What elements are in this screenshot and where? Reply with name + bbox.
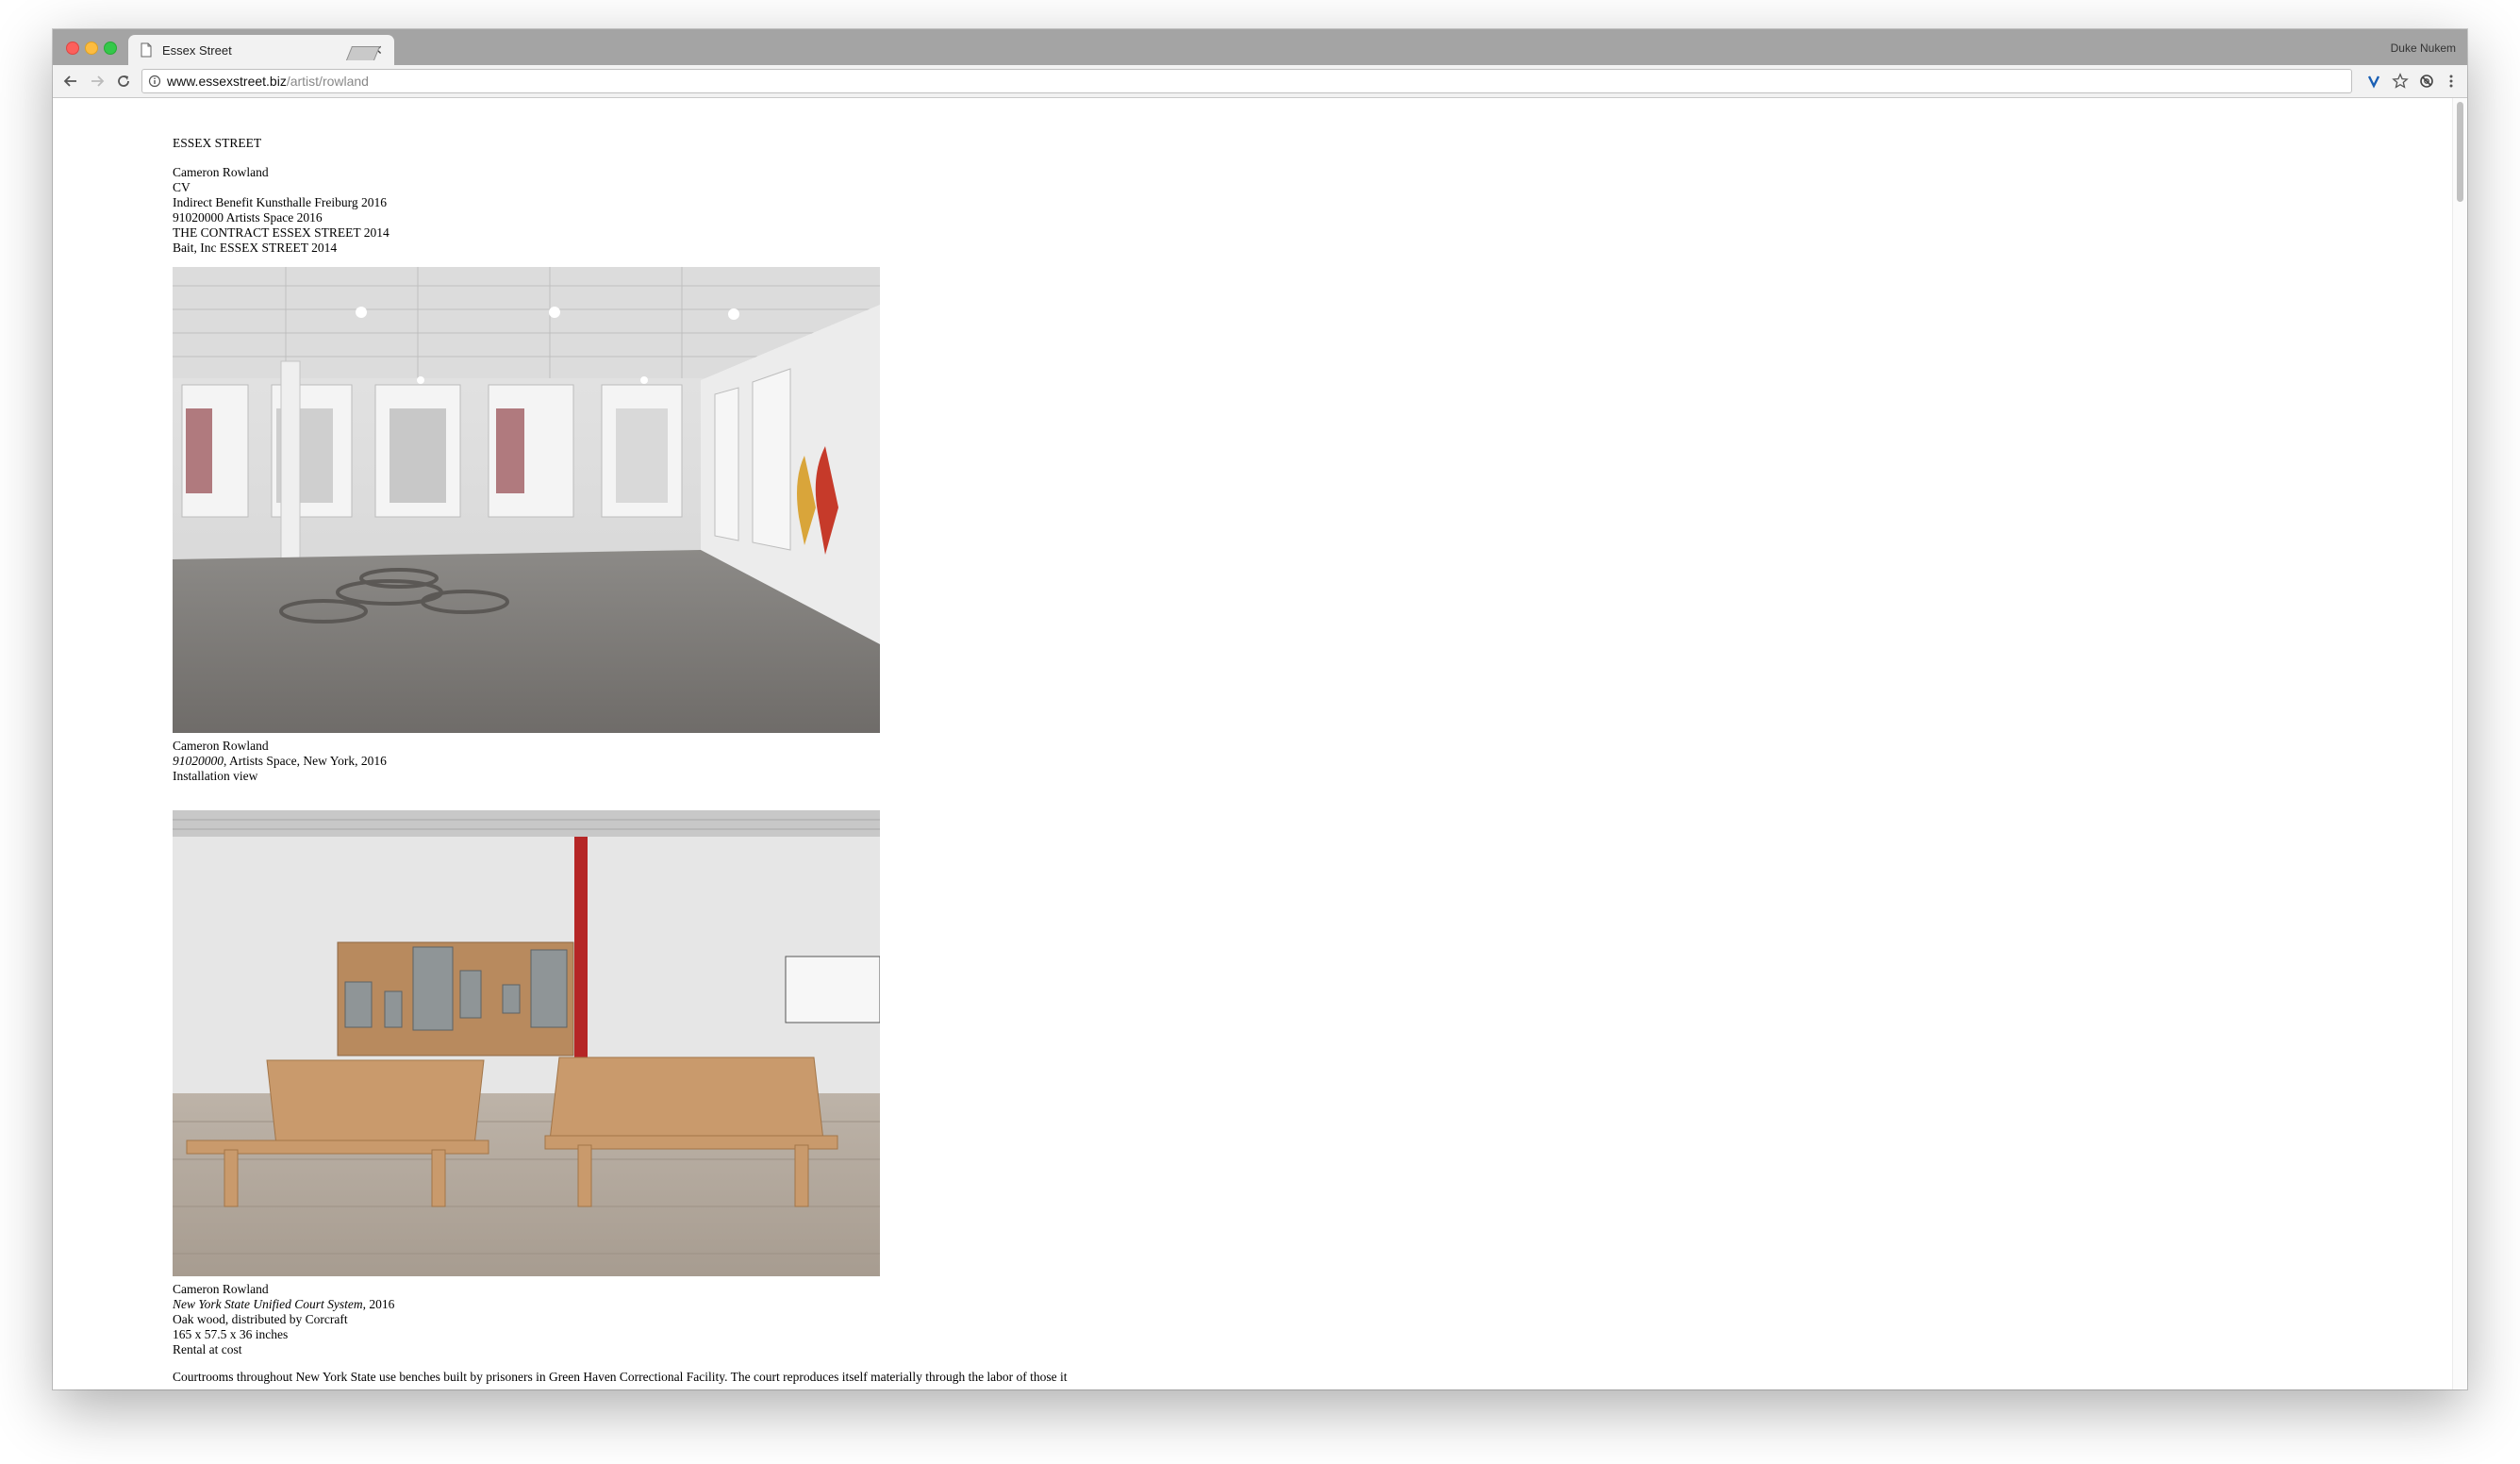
v-extension-icon[interactable] <box>2363 71 2384 92</box>
caption-line: 165 x 57.5 x 36 inches <box>173 1327 289 1341</box>
caption-title-italic: 91020000 <box>173 754 224 768</box>
forward-arrow-icon[interactable] <box>87 71 108 92</box>
back-arrow-icon[interactable] <box>60 71 81 92</box>
caption-title: 91020000, Artists Space, New York, 2016 <box>173 754 1210 769</box>
site-title[interactable]: ESSEX STREET <box>173 136 1210 151</box>
artwork-caption: Cameron Rowland New York State Unified C… <box>173 1282 1210 1357</box>
tab-title: Essex Street <box>162 42 232 58</box>
caption-artist: Cameron Rowland <box>173 739 269 753</box>
address-bar[interactable]: www.essexstreet.biz/artist/rowland <box>141 69 2352 93</box>
exhibition-link[interactable]: THE CONTRACT ESSEX STREET 2014 <box>173 225 1210 241</box>
caption-line: Rental at cost <box>173 1342 242 1356</box>
star-icon[interactable] <box>2390 71 2411 92</box>
shield-extension-icon[interactable] <box>2416 71 2437 92</box>
artwork-image-court-benches <box>173 810 880 1276</box>
caption-line: Oak wood, distributed by Corcraft <box>173 1312 348 1326</box>
artist-page: ESSEX STREET Cameron Rowland CV Indirect… <box>173 136 1210 1385</box>
info-icon[interactable] <box>148 75 161 88</box>
url-host: www.essexstreet.biz <box>167 74 287 89</box>
caption-title: New York State Unified Court System, 201… <box>173 1297 1210 1312</box>
reload-icon[interactable] <box>113 71 134 92</box>
page-content: ESSEX STREET Cameron Rowland CV Indirect… <box>53 98 2453 1389</box>
tab-strip: Essex Street ✕ Duke Nukem <box>53 29 2467 65</box>
vertical-scrollbar[interactable] <box>2452 98 2467 1389</box>
caption-title-rest: , Artists Space, New York, 2016 <box>224 754 387 768</box>
browser-toolbar: www.essexstreet.biz/artist/rowland <box>53 65 2467 98</box>
profile-name[interactable]: Duke Nukem <box>2391 42 2456 55</box>
document-icon <box>140 42 153 58</box>
kebab-menu-icon[interactable] <box>2441 71 2462 92</box>
caption-title-italic: New York State Unified Court System <box>173 1297 363 1311</box>
minimize-window-button[interactable] <box>85 42 98 55</box>
artist-name-link[interactable]: Cameron Rowland <box>173 165 1210 180</box>
exhibition-link[interactable]: Indirect Benefit Kunsthalle Freiburg 201… <box>173 195 1210 210</box>
exhibition-link[interactable]: Bait, Inc ESSEX STREET 2014 <box>173 241 1210 256</box>
scrollbar-thumb[interactable] <box>2457 102 2463 202</box>
url-path: /artist/rowland <box>286 74 369 89</box>
new-tab-button[interactable] <box>345 46 381 60</box>
caption-title-rest: , 2016 <box>362 1297 395 1311</box>
exhibition-link[interactable]: 91020000 Artists Space 2016 <box>173 210 1210 225</box>
artwork-image-installation-view <box>173 267 880 733</box>
artwork-description: Courtrooms throughout New York State use… <box>173 1370 1068 1384</box>
zoom-window-button[interactable] <box>104 42 117 55</box>
cv-link[interactable]: CV <box>173 180 1210 195</box>
caption-line: Installation view <box>173 769 258 783</box>
browser-window: Essex Street ✕ Duke Nukem www.essexstree… <box>53 29 2467 1389</box>
caption-artist: Cameron Rowland <box>173 1282 269 1296</box>
artwork-caption: Cameron Rowland 91020000, Artists Space,… <box>173 739 1210 784</box>
artist-nav: Cameron Rowland CV Indirect Benefit Kuns… <box>173 165 1210 256</box>
close-window-button[interactable] <box>66 42 79 55</box>
